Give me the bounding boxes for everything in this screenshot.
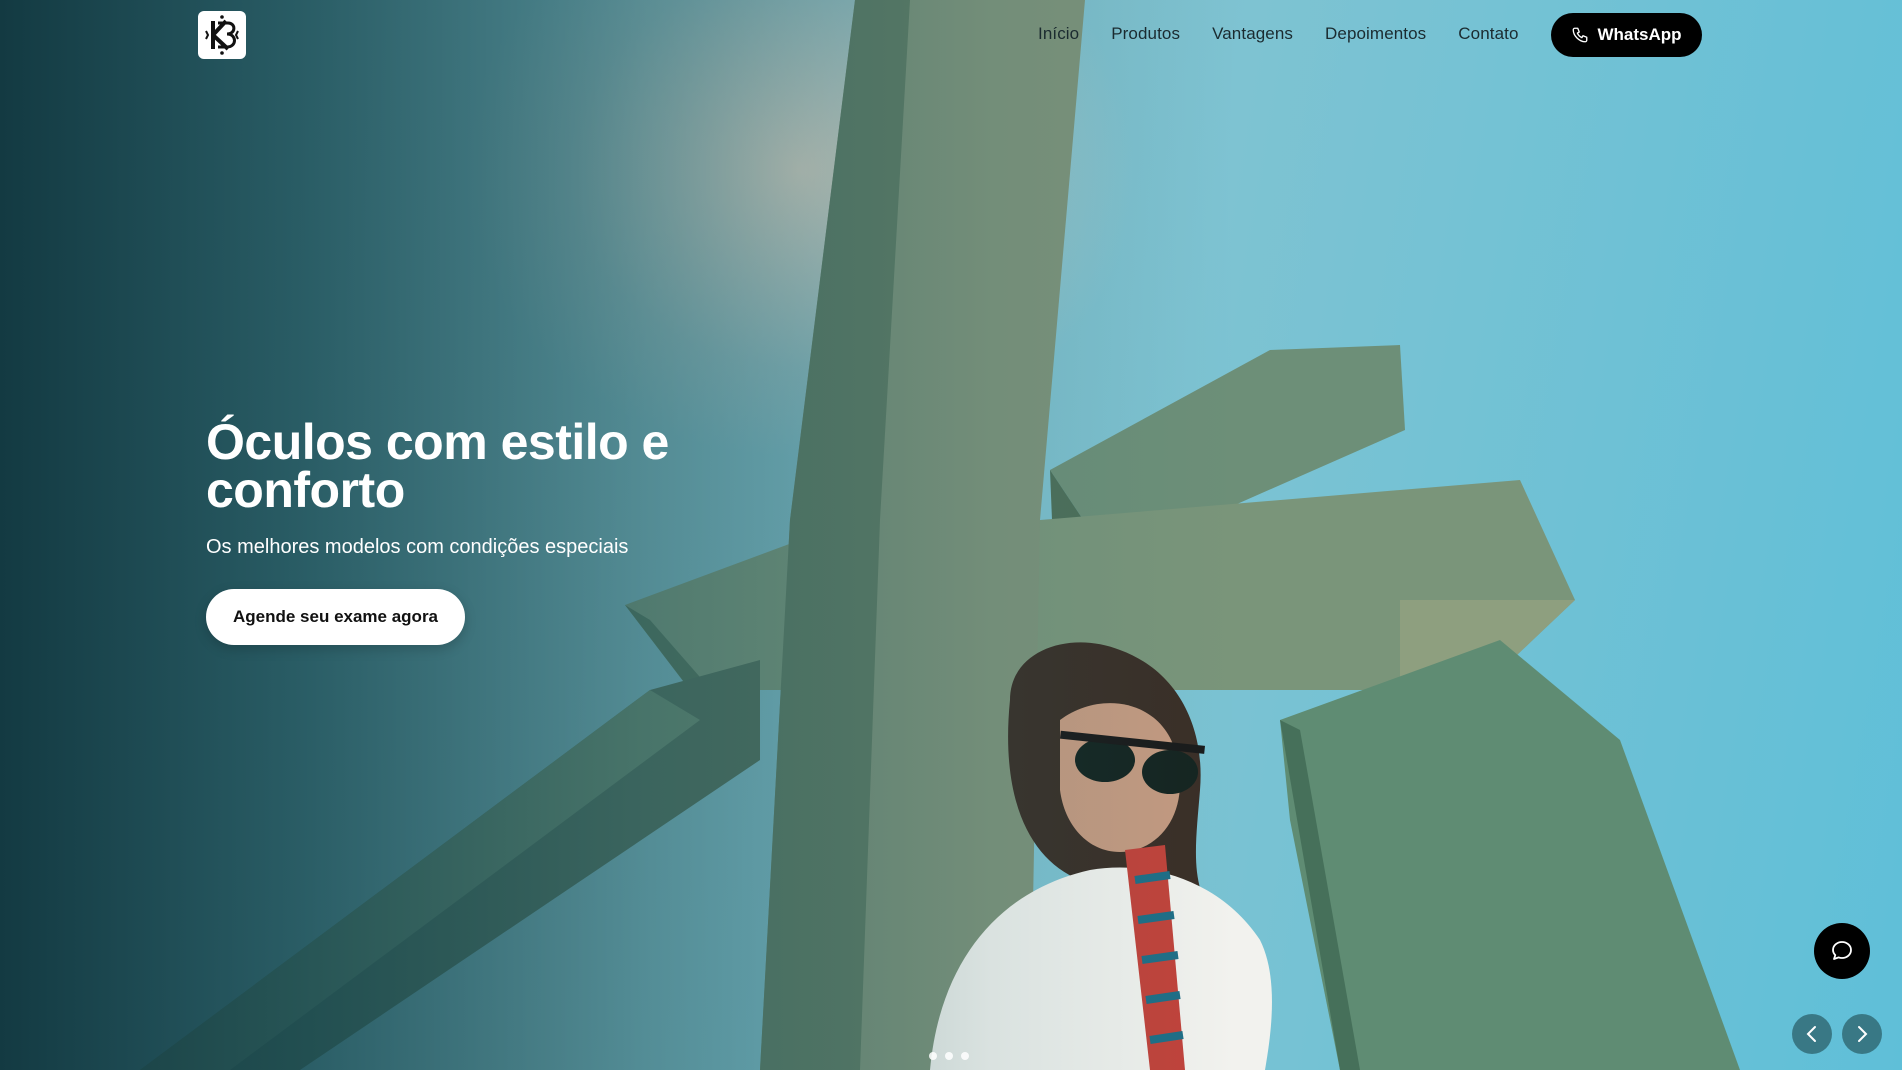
schedule-exam-button[interactable]: Agende seu exame agora bbox=[206, 589, 465, 645]
whatsapp-button-label: WhatsApp bbox=[1597, 25, 1682, 44]
hero-title: Óculos com estilo e conforto bbox=[206, 414, 669, 518]
carousel-dot-2[interactable] bbox=[945, 1052, 953, 1060]
nav-link-vantagens[interactable]: Vantagens bbox=[1212, 24, 1293, 44]
phone-icon bbox=[1573, 27, 1588, 43]
carousel-dots bbox=[929, 1052, 969, 1060]
nav-link-produtos[interactable]: Produtos bbox=[1111, 24, 1180, 44]
whatsapp-button[interactable]: WhatsApp bbox=[1551, 13, 1702, 57]
chat-bubble-icon bbox=[1832, 941, 1852, 960]
carousel-dot-3[interactable] bbox=[961, 1052, 969, 1060]
chat-button[interactable] bbox=[1814, 923, 1870, 979]
chevron-right-icon bbox=[1858, 1026, 1868, 1042]
hero-content: Óculos com estilo e conforto Os melhores… bbox=[206, 414, 766, 559]
carousel-dot-1[interactable] bbox=[929, 1052, 937, 1060]
hero-subtitle: Os melhores modelos com condições especi… bbox=[206, 536, 629, 558]
brand-logo[interactable] bbox=[198, 11, 246, 59]
nav-link-contato[interactable]: Contato bbox=[1458, 24, 1518, 44]
kb-monogram-logo-icon bbox=[201, 14, 243, 56]
chevron-left-icon bbox=[1806, 1026, 1816, 1042]
carousel-prev-button[interactable] bbox=[1792, 1014, 1832, 1054]
nav-link-depoimentos[interactable]: Depoimentos bbox=[1325, 24, 1426, 44]
carousel-next-button[interactable] bbox=[1842, 1014, 1882, 1054]
main-nav: Início Produtos Vantagens Depoimentos Co… bbox=[1038, 24, 1519, 44]
site-header: Início Produtos Vantagens Depoimentos Co… bbox=[0, 0, 1902, 70]
nav-link-inicio[interactable]: Início bbox=[1038, 24, 1079, 44]
